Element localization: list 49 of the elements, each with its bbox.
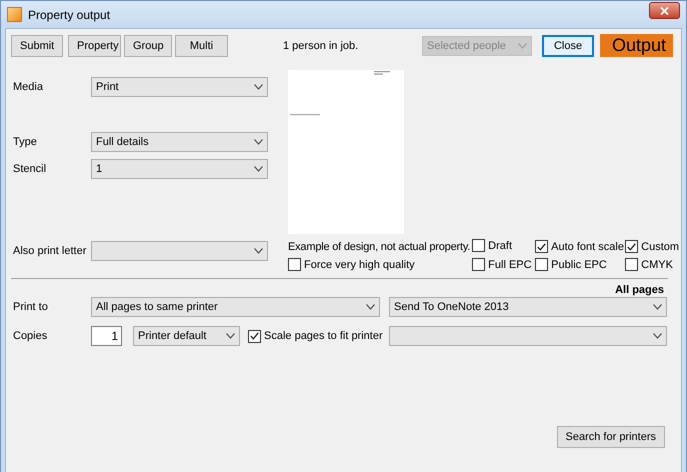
- dropdown[interactable]: Full details: [91, 132, 268, 152]
- field-label: Print to: [13, 301, 49, 313]
- search-button[interactable]: Search for printers: [556, 426, 665, 448]
- checkbox[interactable]: Draft: [472, 238, 512, 254]
- field-label: Type: [13, 136, 38, 148]
- checkbox[interactable]: Custom: [625, 238, 680, 254]
- caret-icon: [254, 248, 263, 254]
- field-label: Also print letter: [13, 245, 88, 257]
- tick-icon: [250, 332, 259, 340]
- caret-icon: [254, 139, 263, 145]
- dropdown[interactable]: 1: [91, 159, 268, 179]
- caret-icon: [518, 42, 527, 48]
- dropdown[interactable]: Print: [91, 77, 268, 97]
- field-label: Media: [13, 81, 44, 93]
- dropdown[interactable]: [389, 326, 667, 346]
- close-icon: [660, 6, 669, 14]
- caret-icon: [226, 333, 235, 339]
- toolbar-button[interactable]: Group: [124, 34, 172, 56]
- tick-icon: [627, 242, 636, 250]
- dropdown[interactable]: Printer default: [133, 326, 240, 346]
- close-button[interactable]: [649, 2, 680, 19]
- toolbar-button[interactable]: Submit: [11, 34, 63, 56]
- field-label: Stencil: [13, 163, 48, 175]
- checkbox[interactable]: Force very high quality: [288, 256, 415, 273]
- field-label: Copies: [13, 330, 48, 342]
- caret-icon: [366, 304, 375, 310]
- copies-field[interactable]: 1: [91, 326, 122, 346]
- caret-icon: [254, 84, 263, 90]
- checkbox[interactable]: Scale pages to fit printer: [248, 328, 383, 344]
- toolbar-button[interactable]: Property: [68, 34, 121, 56]
- toolbar-button[interactable]: Multi: [175, 34, 228, 56]
- checkbox[interactable]: CMYK: [625, 256, 673, 273]
- dropdown[interactable]: [91, 241, 268, 261]
- caret-icon: [653, 333, 662, 339]
- checkbox[interactable]: Auto font scale: [535, 238, 624, 254]
- caret-icon: [653, 304, 662, 310]
- tick-icon: [537, 242, 546, 250]
- section-heading: All pages: [615, 284, 664, 296]
- window-title: Property output: [28, 8, 112, 22]
- status-text: 1 person in job.: [283, 40, 358, 52]
- checkbox[interactable]: Public EPC: [535, 256, 607, 273]
- dropdown[interactable]: Send To OneNote 2013: [389, 297, 667, 317]
- action-button[interactable]: Output: [600, 34, 673, 57]
- checkbox[interactable]: Full EPC: [472, 256, 532, 273]
- dropdown[interactable]: All pages to same printer: [91, 297, 380, 317]
- preview-caption: Example of design, not actual property.: [288, 240, 470, 252]
- caret-icon: [254, 166, 263, 172]
- app-icon: [7, 7, 22, 22]
- action-button[interactable]: Close: [542, 34, 594, 56]
